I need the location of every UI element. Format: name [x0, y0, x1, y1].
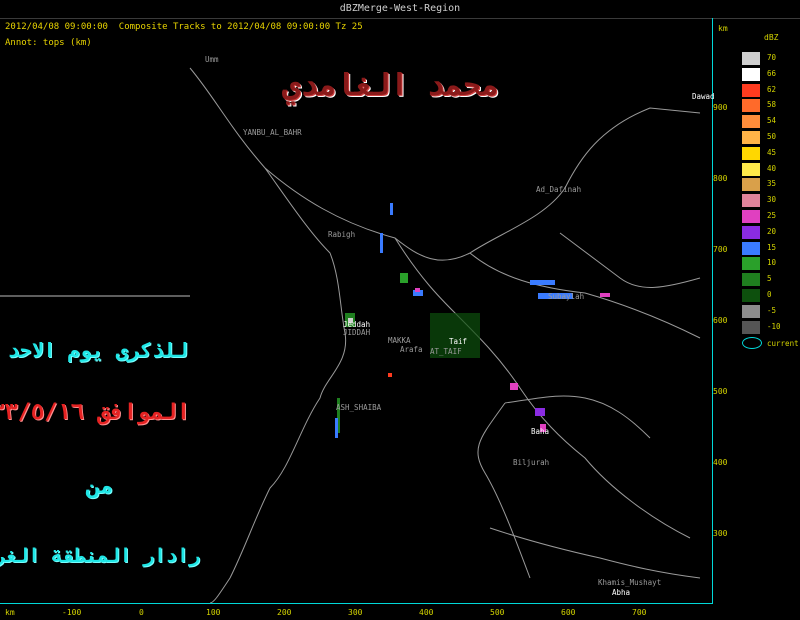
overlay-line-2: الموافق ١٤٣٣/٥/١٦ [0, 400, 190, 425]
x-tick: 100 [206, 608, 221, 617]
x-tick: 300 [348, 608, 363, 617]
legend-value: 40 [767, 163, 777, 173]
x-tick: 500 [490, 608, 505, 617]
legend-swatch [742, 115, 760, 129]
overlay-line-4: رادار المنطقة الغربيه [0, 545, 200, 567]
city-label-makka: MAKKA [388, 336, 411, 345]
legend-swatch [742, 289, 760, 302]
header-line: 2012/04/08 09:00:00 Composite Tracks to … [5, 22, 363, 32]
legend-value: 0 [767, 290, 772, 299]
legend-value: 15 [767, 242, 777, 252]
legend-value: 20 [767, 226, 777, 236]
legend-swatch [742, 131, 760, 144]
x-tick: 600 [561, 608, 576, 617]
y-tick: 500 [713, 387, 728, 396]
region-boundary [477, 402, 531, 579]
x-tick: 700 [632, 608, 647, 617]
legend-value: 45 [767, 147, 777, 157]
legend-value: 66 [767, 68, 777, 78]
legend-value: 50 [767, 132, 777, 141]
y-axis-unit: km [718, 24, 728, 33]
window-titlebar: dBZMerge-West-Region [0, 0, 800, 19]
legend-value: 54 [767, 116, 777, 126]
legend-value: 70 [767, 53, 777, 62]
legend-swatch [742, 146, 760, 160]
legend-swatch [742, 273, 760, 287]
legend-value: 25 [767, 211, 777, 220]
city-label-ash-shaiba: ASH_SHAIBA [336, 403, 382, 412]
legend-swatch [742, 241, 760, 255]
legend-swatch [742, 178, 760, 192]
overlay-line-3: من [86, 474, 114, 499]
x-tick: 200 [277, 608, 292, 617]
legend-current-label: current [767, 339, 799, 348]
overlay-title: محمد الغامدي [282, 68, 499, 103]
legend-value: 5 [767, 274, 772, 284]
legend-value: -5 [767, 305, 777, 315]
region-boundary [559, 232, 701, 288]
y-tick: 300 [713, 529, 728, 538]
y-tick: 700 [713, 245, 728, 254]
region-boundary [504, 395, 651, 439]
city-label-umm: Umm [205, 55, 219, 64]
city-label-khamis: Khamis_Mushayt [598, 578, 662, 587]
city-label-abha: Abha [612, 588, 631, 597]
legend-swatch [742, 67, 760, 81]
city-label-ad-dafinah: Ad_Dafinah [536, 185, 582, 194]
legend-swatch [742, 52, 760, 65]
legend-swatch [742, 83, 760, 97]
x-tick: -100 [62, 608, 82, 617]
y-tick: 800 [713, 174, 728, 183]
city-label-jiddah: JIDDAH [343, 328, 371, 337]
city-label-rabigh: Rabigh [328, 230, 356, 239]
legend-swatch [742, 320, 760, 334]
legend-value: 58 [767, 100, 777, 110]
legend-swatch [742, 225, 760, 239]
legend-swatch [742, 162, 760, 176]
map-frame [0, 18, 713, 604]
legend-swatch [742, 257, 760, 271]
y-tick: 400 [713, 458, 728, 467]
current-marker-icon [742, 337, 762, 349]
region-boundary [489, 527, 701, 579]
city-label-taif: Taif [449, 337, 468, 346]
legend-value: 62 [767, 84, 777, 94]
legend-swatch [742, 99, 760, 113]
region-boundary [469, 252, 701, 339]
annotation-label: Annot: tops (km) [5, 38, 92, 48]
city-label-dawad: Dawad [692, 92, 715, 101]
city-label-baha: Baha [531, 427, 550, 436]
x-tick: 0 [139, 608, 144, 617]
city-label-arafa: Arafa [400, 345, 423, 354]
y-tick: 900 [713, 103, 728, 112]
y-tick: 600 [713, 316, 728, 325]
window-title: dBZMerge-West-Region [339, 3, 461, 14]
legend-value: 35 [767, 179, 777, 189]
legend-value: 30 [767, 195, 777, 205]
legend-swatch [742, 194, 760, 208]
legend-value: 10 [767, 258, 777, 268]
city-label-bijurah: Biljurah [513, 458, 550, 467]
legend-swatch [742, 304, 760, 318]
city-label-at-taif: AT_TAIF [430, 347, 462, 356]
city-label-yanbu: YANBU_AL_BAHR [243, 128, 302, 137]
x-axis-unit: km [5, 608, 15, 617]
overlay-line-1: للذكرى يوم الاحد [7, 338, 188, 362]
city-label-subaylah: Subaylah [548, 292, 585, 301]
radar-map[interactable] [0, 18, 712, 603]
legend-value: -10 [767, 321, 781, 331]
legend-swatch [742, 210, 760, 223]
legend-unit: dBZ [764, 33, 779, 42]
coastline [189, 67, 347, 603]
x-tick: 400 [419, 608, 434, 617]
